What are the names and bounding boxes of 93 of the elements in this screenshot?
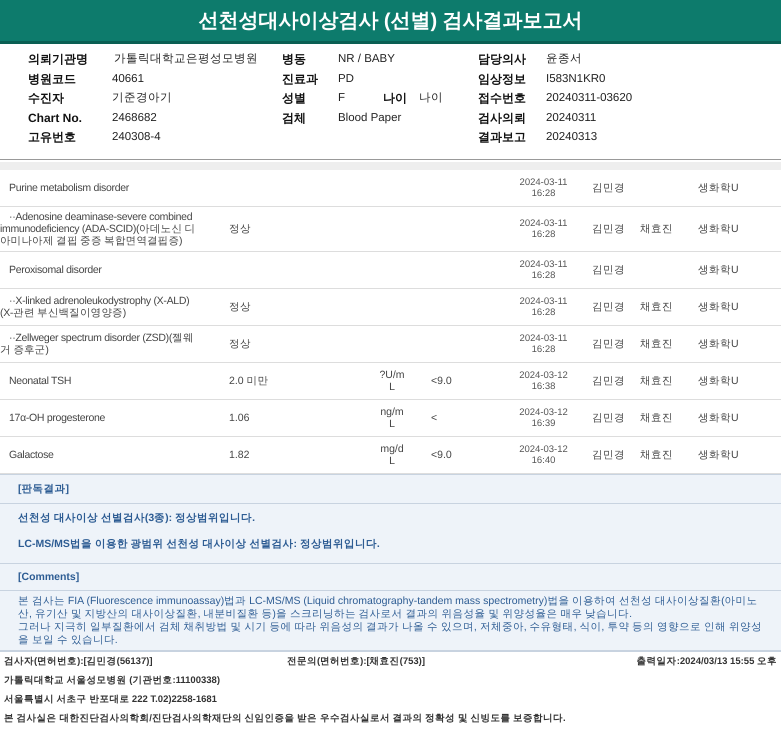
table-cell: <: [431, 412, 438, 424]
footer-text: 서울특별시 서초구 반포대로 222 T.02)2258-1681: [4, 694, 217, 705]
table-cell: 생화학U: [698, 449, 739, 461]
table-cell: 생화학U: [698, 182, 739, 194]
table-cell: 생화학U: [698, 412, 739, 424]
table-cell: 2024-03-12 16:39: [519, 407, 568, 429]
field-value: I583N1KR0: [546, 72, 606, 87]
comment-text: 그러나 지극히 일부질환에서 검체 채취방법 및 시기 등에 따라 위음성의 결과가 나올 수 있으며, 저체중아, 수유형태, 식이, 투약 등의 영향으로 인해 위양성을 보일 수 있습니다.: [18, 621, 763, 647]
field-label: 결과보고: [478, 130, 527, 146]
field-label: 나이: [383, 91, 408, 106]
table-cell: 김민경: [592, 375, 625, 387]
table-cell-text: 17α-OH progesterone: [8, 411, 106, 426]
table-cell-text: Purine metabolism disorder: [8, 181, 130, 196]
field-label: 담당의사: [478, 52, 527, 68]
field-label: 의뢰기관명: [28, 52, 88, 68]
table-cell: 2.0 미만: [229, 375, 269, 387]
field-value: 20240313: [546, 130, 598, 146]
field-label: 검사의뢰: [478, 110, 527, 126]
table-cell: 채효진: [640, 338, 673, 350]
field-value: 40661: [112, 72, 144, 87]
section-heading: [Comments]: [18, 571, 80, 583]
table-cell: 정상: [229, 223, 251, 235]
table-cell: 김민경: [592, 449, 625, 461]
field-label: Chart No.: [28, 110, 83, 126]
table-cell: 2024-03-11 16:28: [520, 177, 568, 199]
table-cell-text: mg/dL: [379, 443, 405, 467]
field-value: 기준경아기: [112, 91, 172, 106]
table-cell: 김민경: [592, 301, 625, 313]
field-label: 접수번호: [478, 91, 527, 106]
field-value: F: [338, 91, 346, 106]
table-cell: 2024-03-12 16:40: [519, 444, 568, 466]
field-label: 진료과: [282, 72, 319, 87]
table-cell: 생화학U: [698, 338, 739, 350]
field-label: 성별: [282, 91, 307, 106]
footer-text: 본 검사실은 대한진단검사의학회/진단검사의학재단의 신임인증을 받은 우수검사실로서 결과의 정확성 및 신빙도를 보증합니다.: [4, 713, 566, 724]
table-cell: 채효진: [640, 223, 673, 235]
field-value: 나이: [419, 91, 444, 106]
table-cell-text: Galactose: [8, 448, 55, 463]
table-cell: 김민경: [592, 264, 625, 276]
table-cell: 2024-03-11 16:28: [520, 296, 568, 318]
field-label: 병동: [282, 52, 307, 68]
table-cell: <9.0: [431, 375, 452, 387]
table-cell: 1.06: [229, 412, 250, 424]
specialist-info: 전문의(면허번호):[채효진(753)]: [287, 655, 426, 668]
table-cell: 채효진: [640, 375, 673, 387]
table-cell: 김민경: [592, 223, 625, 235]
result-text: LC-MS/MS법을 이용한 광범위 선천성 대사이상 선별검사: 정상범위입니다.: [18, 537, 381, 551]
print-date: 출력일자:2024/03/13 15:55 오후: [636, 655, 777, 668]
table-cell: 김민경: [592, 182, 625, 194]
table-cell: ?U/mL: [378, 369, 406, 393]
field-value: 윤종서: [546, 52, 582, 68]
comment-text: 본 검사는 FIA (Fluorescence immunoassay)법과 LC-MS/MS (Liquid chromatography-tandem mass spectrometry)법을 이용하여 선천성 대사이상질환(아미노산, 유기산 및 지방산의 대사이상질환, 내분비질환 등)을 스크리닝하는 검사로서 결과의 위음성율 및 위양성율은 매우 낮습니다.: [18, 595, 759, 621]
table-cell: 채효진: [640, 301, 673, 313]
field-value: 2468682: [112, 110, 157, 126]
table-cell-text: Neonatal TSH: [8, 374, 72, 389]
table-cell: 채효진: [640, 412, 673, 424]
table-cell: 2024-03-11 16:28: [520, 259, 568, 281]
table-cell-text: Peroxisomal disorder: [8, 263, 103, 278]
table-cell-text: ··X-linked adrenoleukodystrophy (X-ALD) (X-관련 부신백질이영양증): [0, 294, 190, 321]
footer-text: 가톨릭대학교 서울성모병원 (기관번호:11100338): [4, 675, 220, 686]
field-label: 임상정보: [478, 72, 527, 87]
report-title: 선천성대사이상검사 (선별) 검사결과보고서: [0, 0, 781, 44]
table-cell: 생화학U: [698, 223, 739, 235]
field-value: 20240311: [546, 110, 596, 126]
table-cell: 정상: [229, 301, 251, 313]
field-value: 240308-4: [112, 130, 161, 146]
table-cell: 2024-03-11 16:28: [520, 333, 568, 355]
tester-info: 검사자(면허번호):[김민경(56137)]: [4, 655, 154, 668]
field-value: PD: [338, 72, 354, 87]
table-cell-text: ··Zellweger spectrum disorder (ZSD)(젤웨 거 증후군): [0, 331, 194, 358]
field-label: 검체: [282, 110, 307, 126]
table-cell: 정상: [229, 338, 251, 350]
table-cell: <9.0: [431, 449, 452, 461]
table-cell-text: ··Adenosine deaminase-severe combined immunodeficiency (ADA-SCID)(아데노신 디 아미나아제 결핍 중증 복합면역결핍증): [0, 210, 196, 249]
result-text: 선천성 대사이상 선별검사(3종): 정상범위입니다.: [18, 511, 256, 525]
table-cell: 2024-03-11 16:28: [520, 218, 568, 240]
field-value: Blood Paper: [338, 110, 402, 126]
field-value: 20240311-03620: [546, 91, 632, 106]
table-cell: 생화학U: [698, 264, 739, 276]
field-label: 수진자: [28, 91, 65, 106]
field-label: 병원코드: [28, 72, 77, 87]
table-cell: 김민경: [592, 338, 625, 350]
table-cell: 생화학U: [698, 375, 739, 387]
field-label: 고유번호: [28, 130, 77, 146]
section-heading: [판독결과]: [18, 483, 69, 495]
table-cell-text: ng/mL: [379, 406, 405, 430]
table-cell: 2024-03-12 16:38: [519, 370, 568, 392]
field-value: 가톨릭대학교은평성모병원: [114, 52, 258, 68]
table-cell: 생화학U: [698, 301, 739, 313]
table-cell: 1.82: [229, 449, 250, 461]
field-value: NR / BABY: [338, 52, 395, 68]
table-cell: 채효진: [640, 449, 673, 461]
table-cell: 김민경: [592, 412, 625, 424]
